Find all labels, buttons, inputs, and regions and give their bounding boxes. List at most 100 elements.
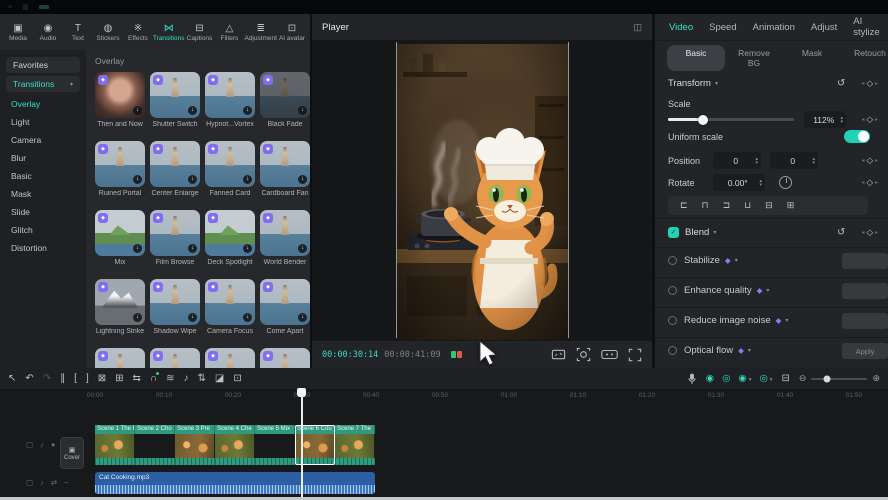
transition-card[interactable]: Hypnot...Vortex bbox=[205, 72, 255, 128]
hide-track-icon[interactable]: ▢ bbox=[26, 440, 33, 449]
video-clip[interactable]: Scene 7 The bbox=[335, 425, 375, 465]
adapt-screen-icon[interactable]: ⊟ bbox=[782, 373, 790, 385]
effect-section-row[interactable]: Reduce image noise ◆ ▾ bbox=[655, 307, 888, 326]
hide-track-icon[interactable]: ▢ bbox=[26, 478, 33, 487]
inspector-subtab[interactable]: Remove BG bbox=[725, 45, 783, 71]
split[interactable]: ∥ bbox=[60, 373, 65, 385]
transition-thumbnail[interactable] bbox=[205, 348, 255, 368]
redo[interactable]: ↷ bbox=[43, 373, 51, 385]
transition-thumbnail[interactable] bbox=[260, 141, 310, 187]
position-y-box[interactable]: 0 ▴▾ bbox=[770, 152, 818, 169]
section-expand-icon[interactable]: ▾ bbox=[748, 347, 751, 354]
transition-card[interactable]: Film Browse bbox=[150, 210, 200, 266]
video-frame-cat-chef[interactable] bbox=[397, 44, 568, 340]
quality-selector-icon[interactable] bbox=[601, 347, 618, 362]
inspector-tab[interactable]: Video bbox=[669, 22, 693, 33]
ribbon-tab[interactable]: ⊡ AI avatar bbox=[277, 15, 307, 49]
position-x-box[interactable]: 0 ▴▾ bbox=[713, 152, 761, 169]
section-expand-icon[interactable]: ▾ bbox=[785, 317, 788, 324]
download-icon[interactable] bbox=[298, 175, 307, 184]
transition-card[interactable]: Shadow Wipe bbox=[150, 279, 200, 335]
sidebar-item[interactable]: Basic bbox=[0, 167, 86, 185]
transition-thumbnail[interactable] bbox=[95, 72, 145, 118]
scale-stepper[interactable]: ▴▾ bbox=[840, 116, 843, 124]
transition-card[interactable] bbox=[205, 348, 255, 368]
record[interactable]: ⊡ bbox=[233, 373, 241, 385]
download-icon[interactable] bbox=[243, 313, 252, 322]
align-right-icon[interactable]: ⊐ bbox=[723, 200, 731, 211]
transition-card[interactable] bbox=[150, 348, 200, 368]
section-expand-icon[interactable]: ▾ bbox=[766, 287, 769, 294]
magnet[interactable]: ∩ bbox=[150, 373, 157, 385]
section-checkbox[interactable] bbox=[668, 256, 677, 265]
keyframe-control[interactable]: ◂◇▸ bbox=[861, 78, 878, 89]
inspector-subtab[interactable]: Basic bbox=[667, 45, 725, 71]
rotate-keyframe[interactable]: ◂◇▸ bbox=[861, 177, 878, 188]
reverse[interactable]: ⇆ bbox=[133, 373, 141, 385]
uniform-scale-toggle[interactable] bbox=[844, 130, 870, 143]
effect-section-row[interactable]: Stabilize ◆ ▾ bbox=[655, 247, 888, 266]
sidebar-item[interactable]: Overlay bbox=[0, 95, 86, 113]
voiceover-mic-icon[interactable] bbox=[687, 372, 697, 386]
align-center-v-icon[interactable]: ⊞ bbox=[787, 200, 795, 211]
transition-thumbnail[interactable] bbox=[150, 210, 200, 256]
effect-section-row[interactable]: Optical flow ◆ ▾ Apply bbox=[655, 337, 888, 356]
keyframe-out[interactable]: ◎ bbox=[722, 373, 730, 384]
playhead-line[interactable] bbox=[301, 392, 303, 497]
transition-thumbnail[interactable] bbox=[260, 279, 310, 325]
ribbon-tab[interactable]: ≣ Adjustment bbox=[244, 15, 277, 49]
position-x-stepper[interactable]: ▴▾ bbox=[755, 157, 758, 165]
transition-thumbnail[interactable] bbox=[205, 141, 255, 187]
download-icon[interactable] bbox=[188, 313, 197, 322]
transition-thumbnail[interactable] bbox=[260, 348, 310, 368]
transition-card[interactable]: Then and Now bbox=[95, 72, 145, 128]
transition-card[interactable]: Black Fade bbox=[260, 72, 310, 128]
transition-card[interactable]: Center Enlarge bbox=[150, 141, 200, 197]
rotate-dial-icon[interactable] bbox=[779, 176, 792, 189]
ratio-icon[interactable] bbox=[551, 347, 566, 362]
download-icon[interactable] bbox=[188, 244, 197, 253]
transition-card[interactable] bbox=[260, 348, 310, 368]
blend-checkbox[interactable]: ✓ bbox=[668, 227, 679, 238]
transition-card[interactable]: World Bender bbox=[260, 210, 310, 266]
download-icon[interactable] bbox=[298, 244, 307, 253]
blend-expand-icon[interactable]: ▾ bbox=[713, 229, 716, 236]
mirror[interactable]: ⇅ bbox=[197, 373, 205, 385]
transition-thumbnail[interactable] bbox=[95, 141, 145, 187]
scale-slider[interactable] bbox=[668, 118, 794, 121]
collapse-icon[interactable]: ▾ bbox=[715, 80, 718, 87]
download-icon[interactable] bbox=[243, 244, 252, 253]
download-icon[interactable] bbox=[188, 175, 197, 184]
ribbon-tab[interactable]: ⊟ Captions bbox=[184, 15, 214, 49]
download-icon[interactable] bbox=[133, 244, 142, 253]
download-icon[interactable] bbox=[243, 175, 252, 184]
align-bottom-icon[interactable]: ⊔ bbox=[744, 200, 751, 211]
download-icon[interactable] bbox=[133, 175, 142, 184]
position-y-stepper[interactable]: ▴▾ bbox=[812, 157, 815, 165]
transition-card[interactable]: Cardboard Fan bbox=[260, 141, 310, 197]
undo[interactable]: ↶ bbox=[25, 373, 33, 385]
transition-card[interactable]: Deck Spotlight bbox=[205, 210, 255, 266]
sidebar-item[interactable]: Glitch bbox=[0, 221, 86, 239]
transition-card[interactable]: Ruined Portal bbox=[95, 141, 145, 197]
rotate-stepper[interactable]: ▴▾ bbox=[759, 179, 762, 187]
transition-thumbnail[interactable] bbox=[150, 72, 200, 118]
select[interactable]: ↖ bbox=[8, 373, 16, 385]
video-clip[interactable]: Scene 1 The E bbox=[95, 425, 135, 465]
align-top-icon[interactable]: ⊓ bbox=[702, 200, 709, 211]
video-clip[interactable]: Scene 2 Cho bbox=[135, 425, 175, 465]
transition-card[interactable]: Shutter Switch bbox=[150, 72, 200, 128]
cover-button[interactable]: ▣ Cover bbox=[60, 437, 84, 469]
display-settings-icon[interactable]: ◫ bbox=[633, 22, 642, 33]
sidebar-item[interactable]: Blur bbox=[0, 149, 86, 167]
section-action-button[interactable] bbox=[842, 283, 888, 299]
audio-clip[interactable]: Cat Cooking.mp3 bbox=[95, 472, 375, 494]
download-icon[interactable] bbox=[188, 106, 197, 115]
transition-thumbnail[interactable] bbox=[95, 279, 145, 325]
transition-thumbnail[interactable] bbox=[150, 141, 200, 187]
scale-value-box[interactable]: 112% ▴▾ bbox=[804, 111, 846, 128]
focus-icon[interactable] bbox=[576, 347, 591, 362]
inspector-subtab[interactable]: Mask bbox=[783, 45, 841, 71]
transition-card[interactable]: Come Apart bbox=[260, 279, 310, 335]
align-left-icon[interactable]: ⊏ bbox=[680, 200, 688, 211]
